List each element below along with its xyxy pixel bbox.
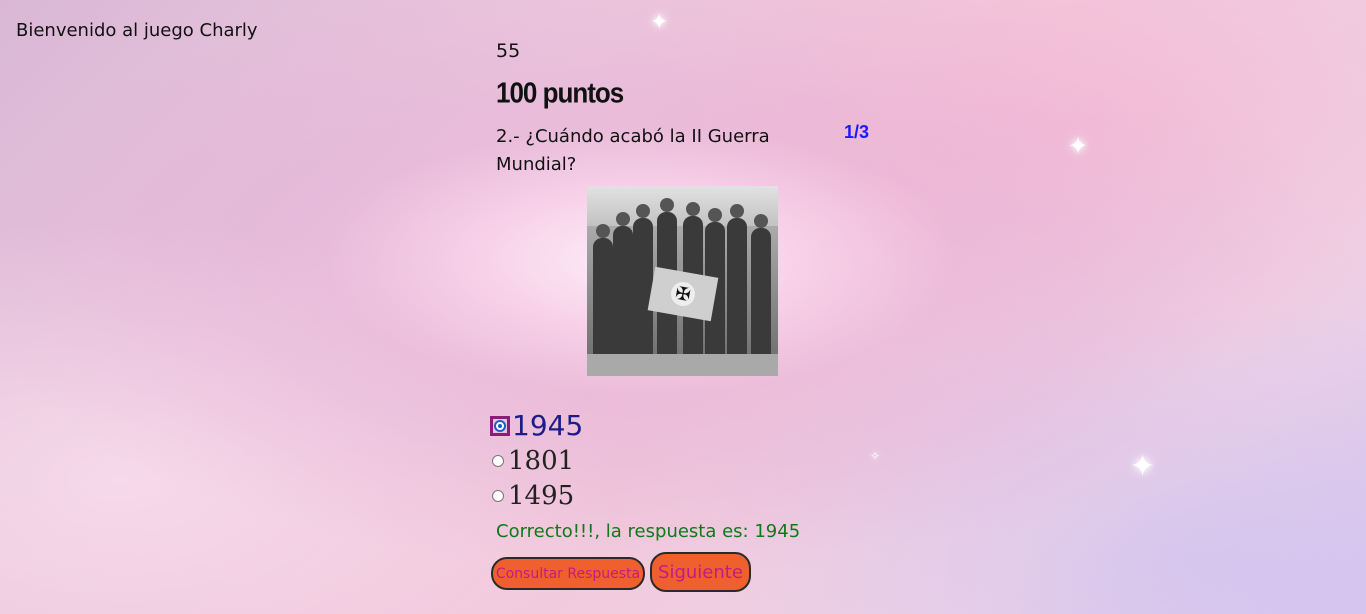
answer-option[interactable]: 1801 xyxy=(490,443,583,478)
photo-soldier xyxy=(593,224,613,358)
question-photo: ✠ xyxy=(587,186,778,376)
consult-answer-button[interactable]: Consultar Respuesta xyxy=(491,557,645,590)
next-button[interactable]: Siguiente xyxy=(650,552,751,592)
photo-soldier xyxy=(613,212,633,358)
answer-label[interactable]: 1495 xyxy=(508,481,574,511)
answer-option[interactable]: 1945 xyxy=(490,408,583,443)
welcome-text: Bienvenido al juego Charly xyxy=(16,20,258,41)
answer-options: 1945 1801 1495 xyxy=(490,408,583,513)
photo-ground xyxy=(587,354,778,376)
flag-emblem-icon: ✠ xyxy=(669,280,697,308)
sparkle-icon: ✦ xyxy=(650,10,669,35)
answer-radio-1495[interactable] xyxy=(492,489,504,502)
photo-soldier xyxy=(727,204,747,358)
question-text: 2.- ¿Cuándo acabó la II Guerra Mundial? xyxy=(496,126,770,175)
sparkle-icon: ✧ xyxy=(870,449,881,463)
answer-feedback: Correcto!!!, la respuesta es: 1945 xyxy=(496,521,801,542)
radio-focus-frame xyxy=(490,415,510,436)
points-heading: 100 puntos xyxy=(496,76,624,109)
sparkle-icon: ✦ xyxy=(1130,449,1156,484)
photo-soldier xyxy=(751,214,771,358)
answer-label[interactable]: 1801 xyxy=(508,446,574,476)
answer-radio-1945[interactable] xyxy=(494,419,506,432)
answer-label[interactable]: 1945 xyxy=(512,409,583,442)
answer-radio-1801[interactable] xyxy=(492,454,504,467)
photo-soldier xyxy=(633,204,653,358)
sparkle-icon: ✦ xyxy=(1068,132,1089,160)
counter-value: 55 xyxy=(496,40,521,62)
question-progress: 1/3 xyxy=(844,122,870,142)
answer-option[interactable]: 1495 xyxy=(490,478,583,513)
